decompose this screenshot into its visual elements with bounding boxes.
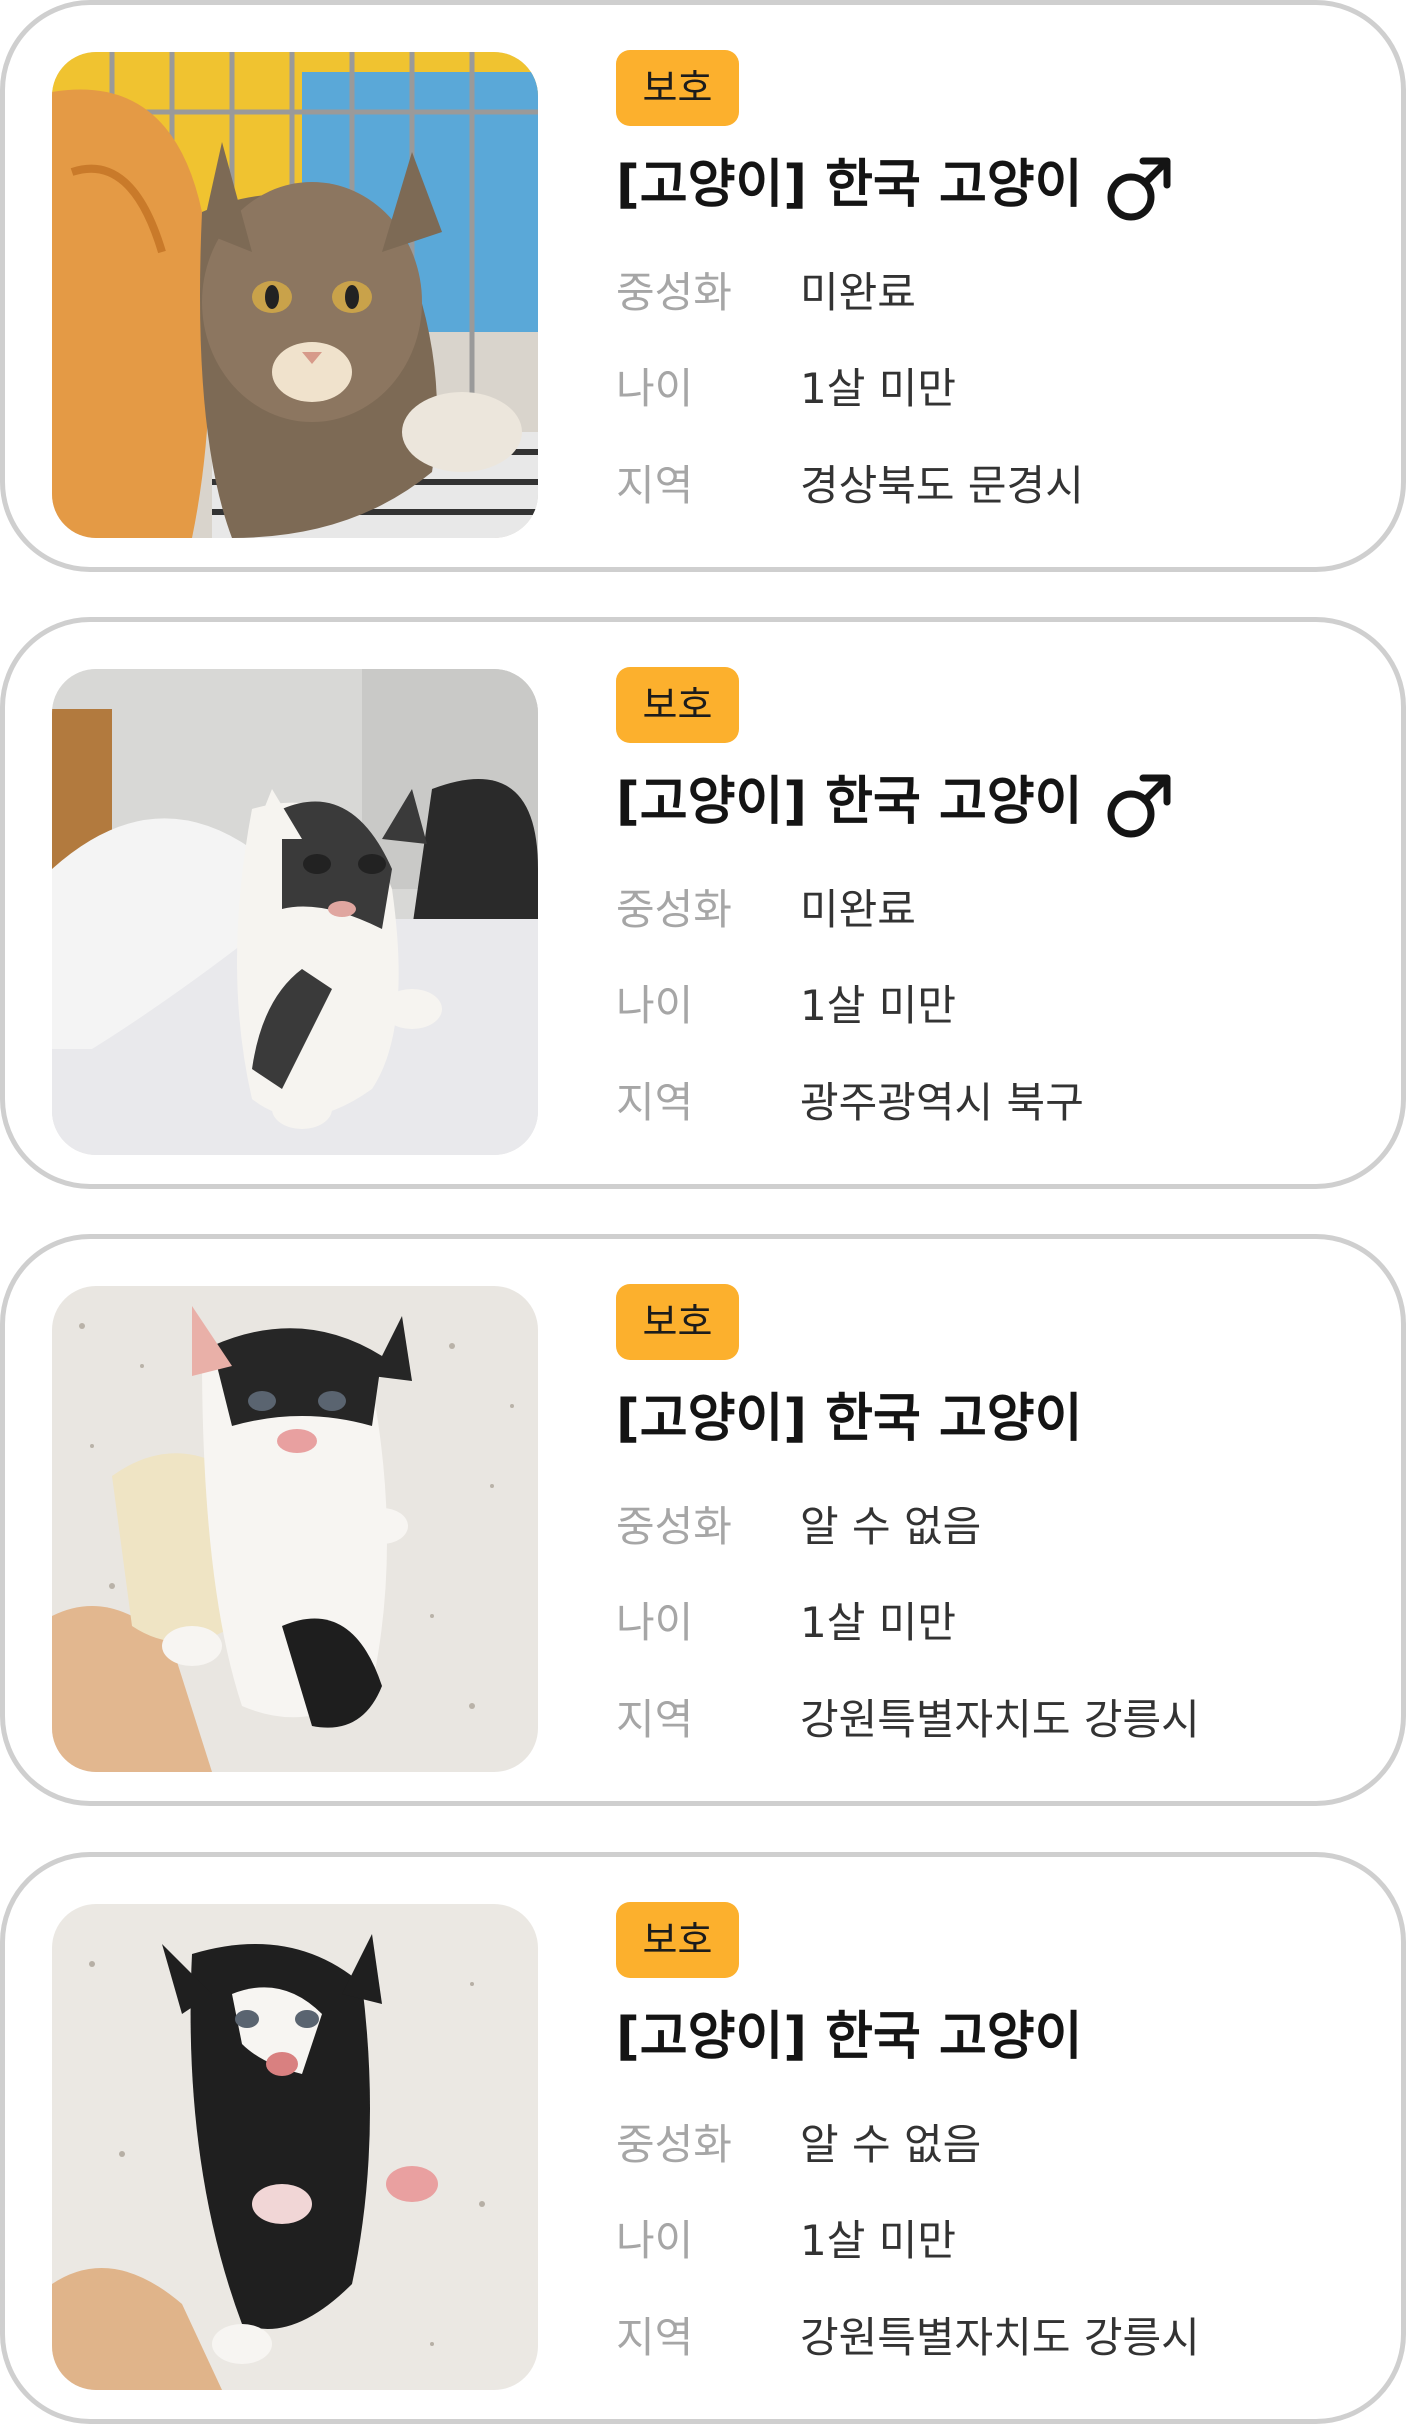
status-badge: 보호 — [616, 667, 739, 743]
age-value: 1살 미만 — [800, 2216, 956, 2265]
neuter-label: 중성화 — [616, 885, 732, 934]
animal-photo — [52, 1904, 538, 2390]
animal-title: [고양이] 한국 고양이 — [616, 155, 1083, 215]
animal-title: [고양이] 한국 고양이 — [616, 1389, 1083, 1449]
animal-photo — [52, 1286, 538, 1772]
region-label: 지역 — [616, 2313, 694, 2362]
region-value: 광주광역시 북구 — [800, 1078, 1084, 1127]
status-badge: 보호 — [616, 50, 739, 126]
animal-title: [고양이] 한국 고양이 — [616, 2007, 1083, 2067]
animal-card[interactable]: 보호 [고양이] 한국 고양이 중성화 미완료 나이 1살 미만 지역 광주광역… — [0, 617, 1406, 1189]
age-value: 1살 미만 — [800, 981, 956, 1030]
animal-photo — [52, 669, 538, 1155]
region-value: 강원특별자치도 강릉시 — [800, 2313, 1200, 2362]
neuter-label: 중성화 — [616, 268, 732, 317]
age-value: 1살 미만 — [800, 364, 956, 413]
status-badge: 보호 — [616, 1284, 739, 1360]
age-value: 1살 미만 — [800, 1598, 956, 1647]
region-label: 지역 — [616, 1078, 694, 1127]
neuter-value: 알 수 없음 — [800, 1502, 982, 1551]
neuter-label: 중성화 — [616, 2120, 732, 2169]
animal-card[interactable]: 보호 [고양이] 한국 고양이 중성화 알 수 없음 나이 1살 미만 지역 강… — [0, 1234, 1406, 1806]
animal-card[interactable]: 보호 [고양이] 한국 고양이 중성화 알 수 없음 나이 1살 미만 지역 강… — [0, 1852, 1406, 2424]
animal-card[interactable]: 보호 [고양이] 한국 고양이 중성화 미완료 나이 1살 미만 지역 경상북도… — [0, 0, 1406, 572]
age-label: 나이 — [616, 2216, 694, 2265]
male-icon — [1107, 157, 1171, 221]
region-value: 경상북도 문경시 — [800, 461, 1084, 510]
region-label: 지역 — [616, 461, 694, 510]
age-label: 나이 — [616, 364, 694, 413]
age-label: 나이 — [616, 981, 694, 1030]
status-badge: 보호 — [616, 1902, 739, 1978]
neuter-value: 알 수 없음 — [800, 2120, 982, 2169]
region-label: 지역 — [616, 1695, 694, 1744]
male-icon — [1107, 774, 1171, 838]
animal-title: [고양이] 한국 고양이 — [616, 772, 1083, 832]
region-value: 강원특별자치도 강릉시 — [800, 1695, 1200, 1744]
neuter-value: 미완료 — [800, 268, 916, 317]
neuter-value: 미완료 — [800, 885, 916, 934]
animal-photo — [52, 52, 538, 538]
age-label: 나이 — [616, 1598, 694, 1647]
neuter-label: 중성화 — [616, 1502, 732, 1551]
